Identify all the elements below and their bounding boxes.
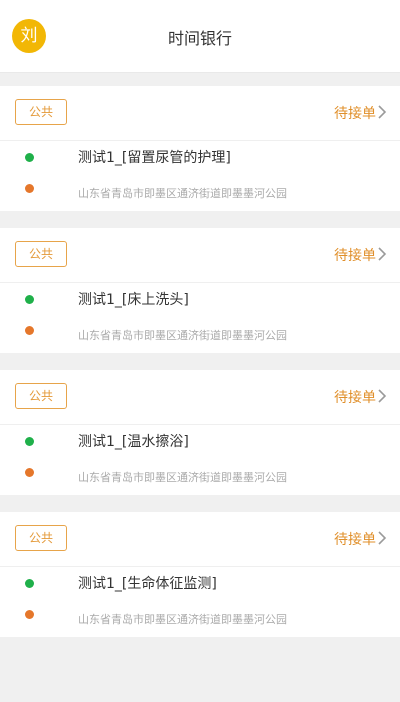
order-status[interactable]: 待接单 xyxy=(334,103,376,123)
task-address: 山东省青岛市即墨区通济街道即墨墨河公园 xyxy=(78,471,287,484)
order-list: 公共 待接单 测试1_[留置尿管的护理] 山东省青岛市即墨区通济街道即墨墨河公园… xyxy=(0,86,400,654)
task-address: 山东省青岛市即墨区通济街道即墨墨河公园 xyxy=(78,613,287,626)
order-card[interactable]: 公共 待接单 测试1_[温水擦浴] 山东省青岛市即墨区通济街道即墨墨河公园 xyxy=(0,370,400,495)
task-name: 测试1_[床上洗头] xyxy=(78,292,189,308)
order-card[interactable]: 公共 待接单 测试1_[床上洗头] 山东省青岛市即墨区通济街道即墨墨河公园 xyxy=(0,228,400,353)
location-dot-icon xyxy=(25,326,34,335)
page-title: 时间银行 xyxy=(167,29,232,48)
chevron-right-icon[interactable] xyxy=(376,104,388,120)
order-status[interactable]: 待接单 xyxy=(334,387,376,407)
public-tag: 公共 xyxy=(15,99,67,125)
task-name: 测试1_[生命体征监测] xyxy=(78,576,217,592)
public-tag: 公共 xyxy=(15,525,67,551)
page: 刘 时间银行 公共 待接单 测试1_[留置尿管的护理] 山东省青岛市即墨区通济街… xyxy=(0,0,400,702)
order-card[interactable]: 公共 待接单 测试1_[留置尿管的护理] 山东省青岛市即墨区通济街道即墨墨河公园 xyxy=(0,86,400,211)
order-status[interactable]: 待接单 xyxy=(334,245,376,265)
order-card[interactable]: 公共 待接单 测试1_[生命体征监测] 山东省青岛市即墨区通济街道即墨墨河公园 xyxy=(0,512,400,637)
location-dot-icon xyxy=(25,184,34,193)
start-dot-icon xyxy=(25,295,34,304)
order-card-header: 公共 待接单 xyxy=(0,370,400,425)
order-card-header: 公共 待接单 xyxy=(0,86,400,141)
task-address: 山东省青岛市即墨区通济街道即墨墨河公园 xyxy=(78,329,287,342)
chevron-right-icon[interactable] xyxy=(376,530,388,546)
chevron-right-icon[interactable] xyxy=(376,246,388,262)
public-tag: 公共 xyxy=(15,383,67,409)
chevron-right-icon[interactable] xyxy=(376,388,388,404)
location-dot-icon xyxy=(25,610,34,619)
location-dot-icon xyxy=(25,468,34,477)
start-dot-icon xyxy=(25,437,34,446)
start-dot-icon xyxy=(25,153,34,162)
order-card-header: 公共 待接单 xyxy=(0,512,400,567)
task-address: 山东省青岛市即墨区通济街道即墨墨河公园 xyxy=(78,187,287,200)
task-name: 测试1_[留置尿管的护理] xyxy=(78,150,231,166)
app-header: 刘 时间银行 xyxy=(0,0,400,73)
public-tag: 公共 xyxy=(15,241,67,267)
task-name: 测试1_[温水擦浴] xyxy=(78,434,189,450)
start-dot-icon xyxy=(25,579,34,588)
order-status[interactable]: 待接单 xyxy=(334,529,376,549)
order-card-header: 公共 待接单 xyxy=(0,228,400,283)
